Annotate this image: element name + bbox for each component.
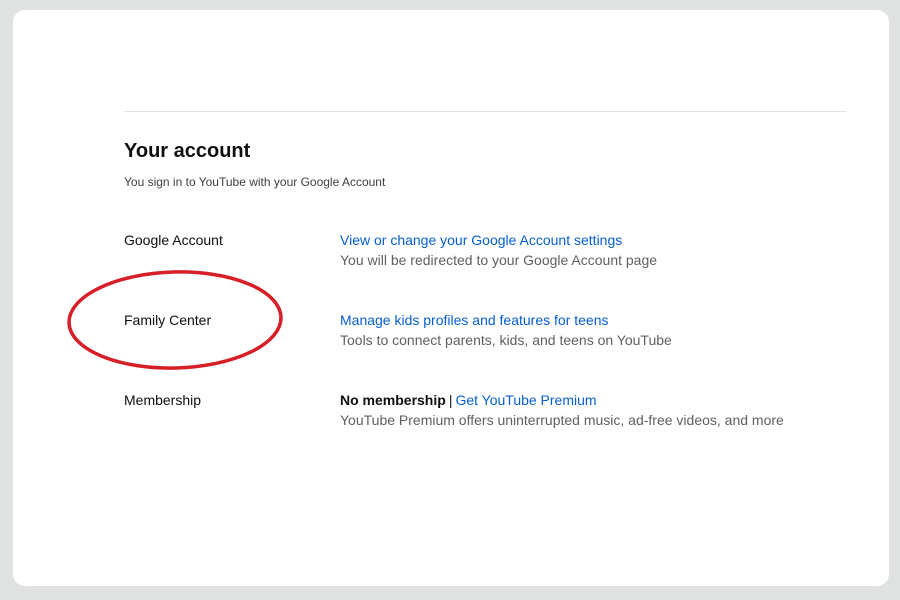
membership-separator: |: [448, 392, 453, 408]
annotation-circle: [67, 270, 283, 370]
family-center-description: Tools to connect parents, kids, and teen…: [340, 332, 672, 348]
get-youtube-premium-link[interactable]: Get YouTube Premium: [455, 392, 596, 408]
manage-kids-profiles-link[interactable]: Manage kids profiles and features for te…: [340, 312, 609, 328]
membership-label: Membership: [124, 392, 202, 408]
google-account-label: Google Account: [124, 232, 223, 248]
section-subtitle: You sign in to YouTube with your Google …: [124, 175, 386, 189]
section-divider: [124, 111, 846, 112]
family-center-content: Manage kids profiles and features for te…: [340, 310, 672, 350]
google-account-settings-link[interactable]: View or change your Google Account setti…: [340, 232, 622, 248]
settings-card: Your account You sign in to YouTube with…: [13, 10, 889, 586]
google-account-content: View or change your Google Account setti…: [340, 230, 657, 270]
annotation-ellipse: [67, 270, 283, 370]
google-account-description: You will be redirected to your Google Ac…: [340, 252, 658, 268]
membership-content: No membership | Get YouTube Premium YouTub…: [340, 390, 784, 430]
membership-description: YouTube Premium offers uninterrupted mus…: [340, 412, 784, 428]
membership-status: No membership: [340, 392, 446, 408]
section-title: Your account: [124, 140, 251, 162]
